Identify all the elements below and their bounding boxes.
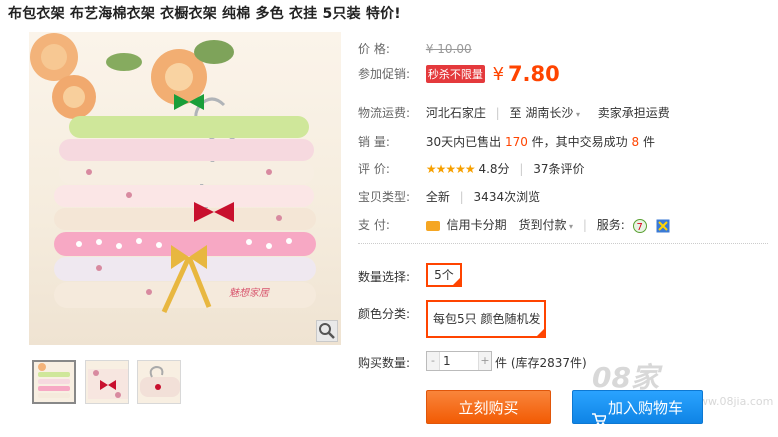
payment-row: 支 付: 信用卡分期 货到付款 ▾ | 服务: 7: [358, 216, 670, 233]
rating-reviews-link[interactable]: 37条评价: [533, 162, 584, 176]
thumbnail-2[interactable]: [85, 360, 129, 404]
price-row: 价 格: ¥ 10.00: [358, 40, 472, 57]
shipping-row: 物流运费: 河北石家庄 | 至 湖南长沙 ▾ 卖家承担运费: [358, 104, 670, 121]
rating-score: 4.8分: [478, 162, 510, 176]
shipping-to-prefix: 至: [509, 106, 522, 120]
stock-text: 件 (库存2837件): [495, 356, 587, 370]
rating-stars-icon: ★★★★★: [425, 162, 476, 176]
buy-now-button[interactable]: 立刻购买: [426, 390, 551, 424]
rating-label: 评 价:: [358, 162, 390, 176]
promo-currency: ¥: [492, 63, 505, 85]
promo-price: 7.80: [507, 62, 560, 86]
shipping-label: 物流运费:: [358, 106, 411, 120]
image-watermark: 魅想家居: [229, 288, 269, 299]
shipping-from: 河北石家庄: [425, 106, 486, 120]
shipping-destination-select[interactable]: 湖南长沙 ▾: [525, 106, 580, 120]
product-main-image[interactable]: 魅想家居: [29, 32, 341, 345]
type-row: 宝贝类型: 全新 | 3434次浏览: [358, 190, 541, 204]
add-to-cart-button[interactable]: 加入购物车: [572, 390, 703, 425]
thumbnail-3[interactable]: [137, 360, 181, 404]
view-count: 3434次浏览: [473, 190, 541, 204]
product-title: 布包衣架 布艺海棉衣架 衣橱衣架 纯棉 多色 衣挂 5只装 特价!: [8, 6, 401, 22]
sales-count: 170: [504, 135, 528, 149]
rating-row: 评 价: ★★★★★ 4.8分 | 37条评价: [358, 162, 585, 176]
sales-label: 销 量:: [358, 135, 390, 149]
payment-label: 支 付:: [358, 218, 390, 232]
type-label: 宝贝类型:: [358, 190, 411, 204]
decrement-button[interactable]: -: [427, 352, 440, 370]
price-label: 价 格:: [358, 42, 390, 56]
color-label: 颜色分类:: [358, 307, 411, 321]
sales-success: 8: [631, 135, 640, 149]
selected-check-icon: [536, 328, 545, 337]
promo-row: 参加促销: 秒杀不限量 ¥ 7.80: [358, 62, 560, 86]
sales-suffix: 件: [642, 135, 655, 149]
sales-row: 销 量: 30天内已售出 170 件，其中交易成功 8 件: [358, 133, 655, 150]
service-7day-icon[interactable]: 7: [632, 218, 647, 233]
sales-prefix: 30天内已售出: [425, 135, 502, 149]
quantity-option-5[interactable]: 5个: [426, 263, 462, 287]
hangers-illustration: [30, 33, 316, 314]
svg-text:7: 7: [636, 222, 642, 233]
original-price: ¥ 10.00: [425, 42, 472, 56]
sales-mid: 件，其中交易成功: [531, 135, 628, 149]
promo-label: 参加促销:: [358, 66, 411, 81]
credit-installment-link[interactable]: 信用卡分期: [447, 218, 507, 232]
quantity-input[interactable]: 1: [443, 354, 451, 368]
shipping-note: 卖家承担运费: [597, 106, 670, 120]
color-option[interactable]: 每包5只 颜色随机发: [426, 300, 546, 338]
type-value: 全新: [425, 190, 450, 204]
promo-tag: 秒杀不限量: [425, 65, 485, 83]
increment-button[interactable]: +: [478, 352, 491, 370]
buy-qty-label: 购买数量:: [358, 356, 411, 370]
quantity-select-label: 数量选择:: [358, 270, 411, 284]
quantity-stepper: - 1 +: [426, 351, 492, 371]
thumbnail-1[interactable]: [32, 360, 76, 404]
service-label: 服务:: [596, 218, 625, 232]
divider: [358, 243, 768, 244]
selected-check-icon: [452, 277, 461, 286]
cod-option[interactable]: 货到付款 ▾: [519, 218, 574, 232]
service-guarantee-icon[interactable]: [656, 219, 670, 233]
magnifier-icon[interactable]: [316, 320, 338, 342]
shipping-separator: |: [495, 106, 500, 120]
credit-card-icon: [425, 220, 440, 231]
cart-icon: [591, 403, 608, 425]
